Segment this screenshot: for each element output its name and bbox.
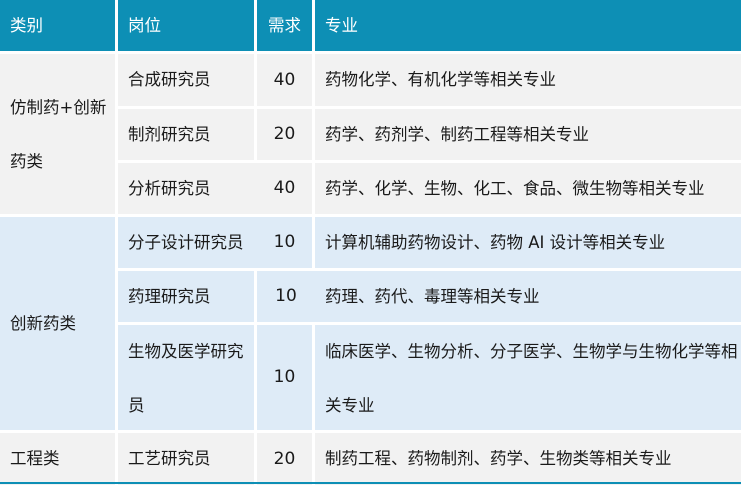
category-cell: 工程类 <box>0 433 118 488</box>
major-cell: 制药工程、药物制剂、药学、生物类等相关专业 <box>315 433 741 488</box>
demand-cell: 10 <box>257 271 315 325</box>
position-cell: 生物及医学研究员 <box>118 325 257 433</box>
position-cell: 工艺研究员 <box>118 433 257 488</box>
header-position: 岗位 <box>118 0 257 54</box>
header-category: 类别 <box>0 0 118 54</box>
position-cell: 合成研究员 <box>118 54 257 109</box>
demand-cell: 10 <box>257 217 315 271</box>
major-cell: 药学、药剂学、制药工程等相关专业 <box>315 109 741 163</box>
header-demand: 需求 <box>257 0 315 54</box>
demand-cell: 20 <box>257 433 315 488</box>
category-cell: 仿制药+创新药类 <box>0 54 118 217</box>
position-cell: 分子设计研究员 <box>118 217 257 271</box>
demand-cell: 10 <box>257 325 315 433</box>
major-cell: 药物化学、有机化学等相关专业 <box>315 54 741 109</box>
major-cell: 临床医学、生物分析、分子医学、生物学与生物化学等相关专业 <box>315 325 741 433</box>
demand-cell: 40 <box>257 54 315 109</box>
position-cell: 分析研究员 <box>118 163 257 217</box>
major-cell: 药学、化学、生物、化工、食品、微生物等相关专业 <box>315 163 741 217</box>
category-cell: 创新药类 <box>0 217 118 433</box>
position-cell: 药理研究员 <box>118 271 257 325</box>
header-major: 专业 <box>315 0 741 54</box>
job-table: 类别 岗位 需求 专业 仿制药+创新药类 合成研究员 40 药物化学、有机化学等… <box>0 0 741 488</box>
demand-cell: 20 <box>257 109 315 163</box>
major-cell: 药理、药代、毒理等相关专业 <box>315 271 741 325</box>
position-cell: 制剂研究员 <box>118 109 257 163</box>
major-cell: 计算机辅助药物设计、药物 AI 设计等相关专业 <box>315 217 741 271</box>
demand-cell: 40 <box>257 163 315 217</box>
